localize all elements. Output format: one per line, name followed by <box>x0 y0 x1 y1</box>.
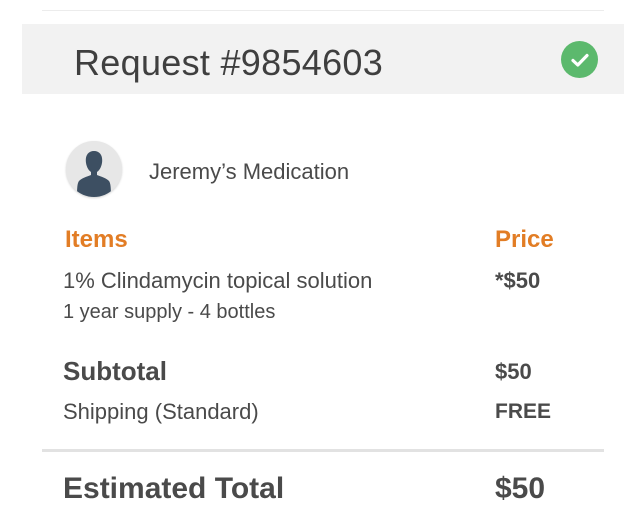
price-column-header: Price <box>495 226 554 253</box>
item-detail: 1 year supply - 4 bottles <box>63 301 276 323</box>
item-name: 1% Clindamycin topical solution <box>63 268 373 293</box>
items-column-header: Items <box>65 226 128 253</box>
request-title: Request #9854603 <box>74 42 384 83</box>
user-silhouette-icon <box>66 141 122 197</box>
check-circle-icon <box>561 41 598 78</box>
item-price: *$50 <box>495 268 541 293</box>
total-divider <box>42 449 604 452</box>
request-header: Request #9854603 <box>22 24 624 94</box>
estimated-total-label: Estimated Total <box>63 472 285 505</box>
subtotal-value: $50 <box>495 359 532 384</box>
subtotal-label: Subtotal <box>63 356 167 386</box>
estimated-total-value: $50 <box>495 472 546 505</box>
patient-name: Jeremy’s Medication <box>149 159 350 184</box>
top-divider <box>42 10 604 11</box>
shipping-label: Shipping (Standard) <box>63 399 259 424</box>
shipping-value: FREE <box>495 400 552 423</box>
